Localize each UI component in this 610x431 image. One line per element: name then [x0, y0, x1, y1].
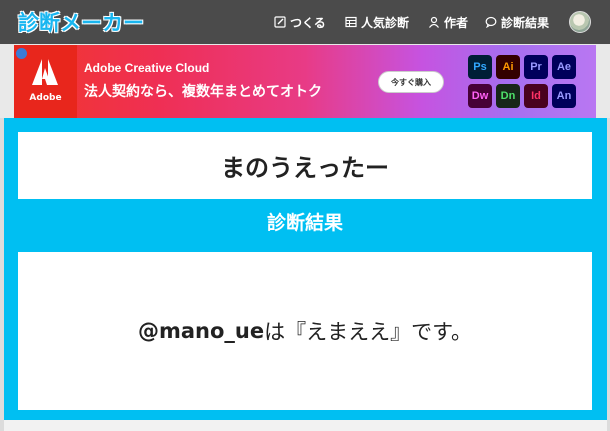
result-text: は『えまええ』です。 — [264, 320, 473, 344]
nav-popular-label: 人気診断 — [361, 15, 410, 30]
pencil-icon — [274, 16, 286, 28]
app-ae-icon: Ae — [552, 55, 576, 79]
app-ai-icon: Ai — [496, 55, 520, 79]
buy-now-button[interactable]: 今すぐ購入 — [378, 71, 444, 93]
speech-bubble-icon — [485, 16, 497, 28]
result-section-label: 診断結果 — [266, 212, 343, 234]
avatar[interactable] — [569, 11, 591, 33]
nav-popular-link[interactable]: 人気診断 — [345, 0, 409, 44]
adobe-brand-text: Adobe — [29, 93, 62, 103]
frame-edge-left — [0, 118, 4, 431]
nav-author-link[interactable]: 作者 — [428, 0, 468, 44]
frame-bottom-strip — [4, 420, 607, 431]
app-pr-icon: Pr — [524, 55, 548, 79]
table-icon — [345, 16, 357, 28]
app-id-icon: Id — [524, 84, 548, 108]
app-dw-icon: Dw — [468, 84, 492, 108]
app-an-icon: An — [552, 84, 576, 108]
nav-results-label: 診断結果 — [501, 15, 550, 30]
result-username: @mano_ue — [137, 319, 265, 343]
nav-results-link[interactable]: 診断結果 — [485, 0, 549, 44]
ad-tagline: 法人契約なら、複数年まとめてオトク — [84, 84, 322, 100]
diagnosis-frame: まのうえったー 診断結果 @mano_ue は『えまええ』です。 — [0, 118, 610, 431]
ad-banner[interactable]: Adobe Adobe Creative Cloud 法人契約なら、複数年まとめ… — [14, 45, 596, 118]
ad-title: Adobe Creative Cloud — [84, 61, 210, 75]
diagnosis-title: まのうえったー — [18, 132, 592, 199]
nav-make-label: つくる — [290, 15, 326, 30]
site-logo[interactable]: 診断メーカー — [18, 7, 144, 37]
nav-author-label: 作者 — [444, 15, 469, 30]
top-navbar: 診断メーカー つくる 人気診断 作者 診断結果 — [0, 0, 610, 44]
adobe-a-icon — [32, 59, 58, 85]
app-ps-icon: Ps — [468, 55, 492, 79]
result-box: @mano_ue は『えまええ』です。 — [18, 252, 592, 410]
user-icon — [429, 16, 439, 28]
nav-make-link[interactable]: つくる — [274, 0, 326, 44]
app-dn-icon: Dn — [496, 84, 520, 108]
ad-info-icon[interactable] — [16, 48, 27, 59]
